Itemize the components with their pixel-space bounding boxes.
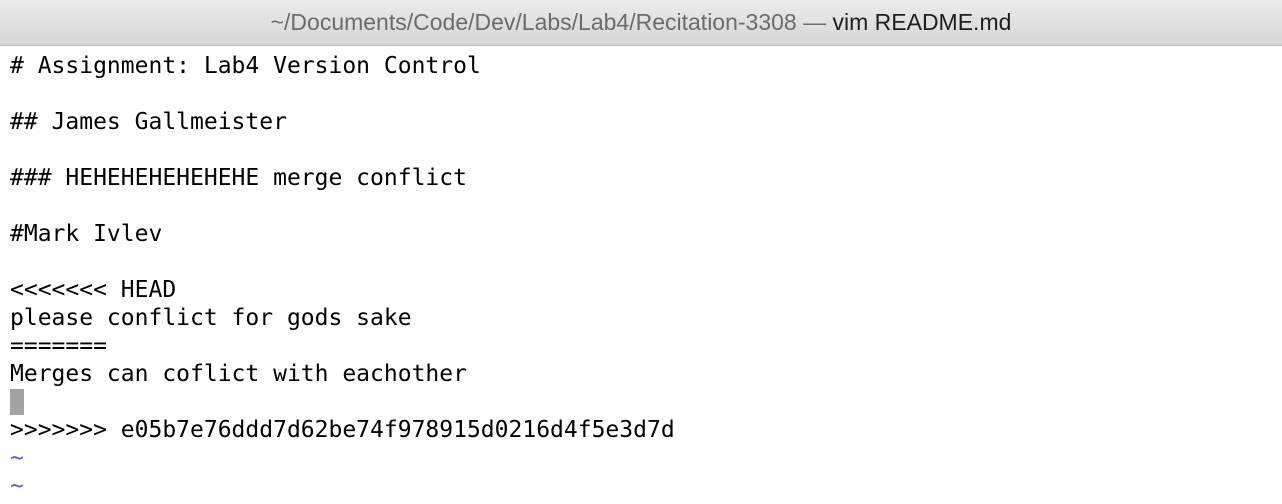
buffer-line: [10, 248, 1282, 276]
buffer-line: [10, 192, 1282, 220]
buffer-line: # Assignment: Lab4 Version Control: [10, 53, 481, 79]
empty-line-tilde: ~: [10, 473, 24, 499]
title-command: vim README.md: [832, 9, 1012, 35]
title-bar[interactable]: ~/Documents/Code/Dev/Labs/Lab4/Recitatio…: [0, 0, 1282, 46]
conflict-marker-separator: =======: [10, 333, 107, 359]
buffer-line: ### HEHEHEHEHEHEHE merge conflict: [10, 165, 467, 191]
buffer-line: [10, 80, 1282, 108]
vim-editor-buffer[interactable]: # Assignment: Lab4 Version Control ## Ja…: [10, 52, 1282, 504]
buffer-line: ## James Gallmeister: [10, 109, 287, 135]
title-separator: —: [796, 9, 833, 35]
buffer-line: please conflict for gods sake: [10, 305, 412, 331]
window-title: ~/Documents/Code/Dev/Labs/Lab4/Recitatio…: [271, 11, 1012, 34]
cursor-line: [10, 388, 1282, 416]
buffer-line: Merges can coflict with eachother: [10, 361, 467, 387]
buffer-line: #Mark Ivlev: [10, 221, 163, 247]
title-path: ~/Documents/Code/Dev/Labs/Lab4/Recitatio…: [270, 9, 797, 35]
text-cursor[interactable]: [10, 388, 24, 415]
buffer-line: [10, 136, 1282, 164]
empty-line-tilde: ~: [10, 445, 24, 471]
conflict-marker-incoming: >>>>>>> e05b7e76ddd7d62be74f978915d0216d…: [10, 417, 675, 443]
terminal-window: ~/Documents/Code/Dev/Labs/Lab4/Recitatio…: [0, 0, 1282, 504]
conflict-marker-head: <<<<<<< HEAD: [10, 277, 177, 303]
